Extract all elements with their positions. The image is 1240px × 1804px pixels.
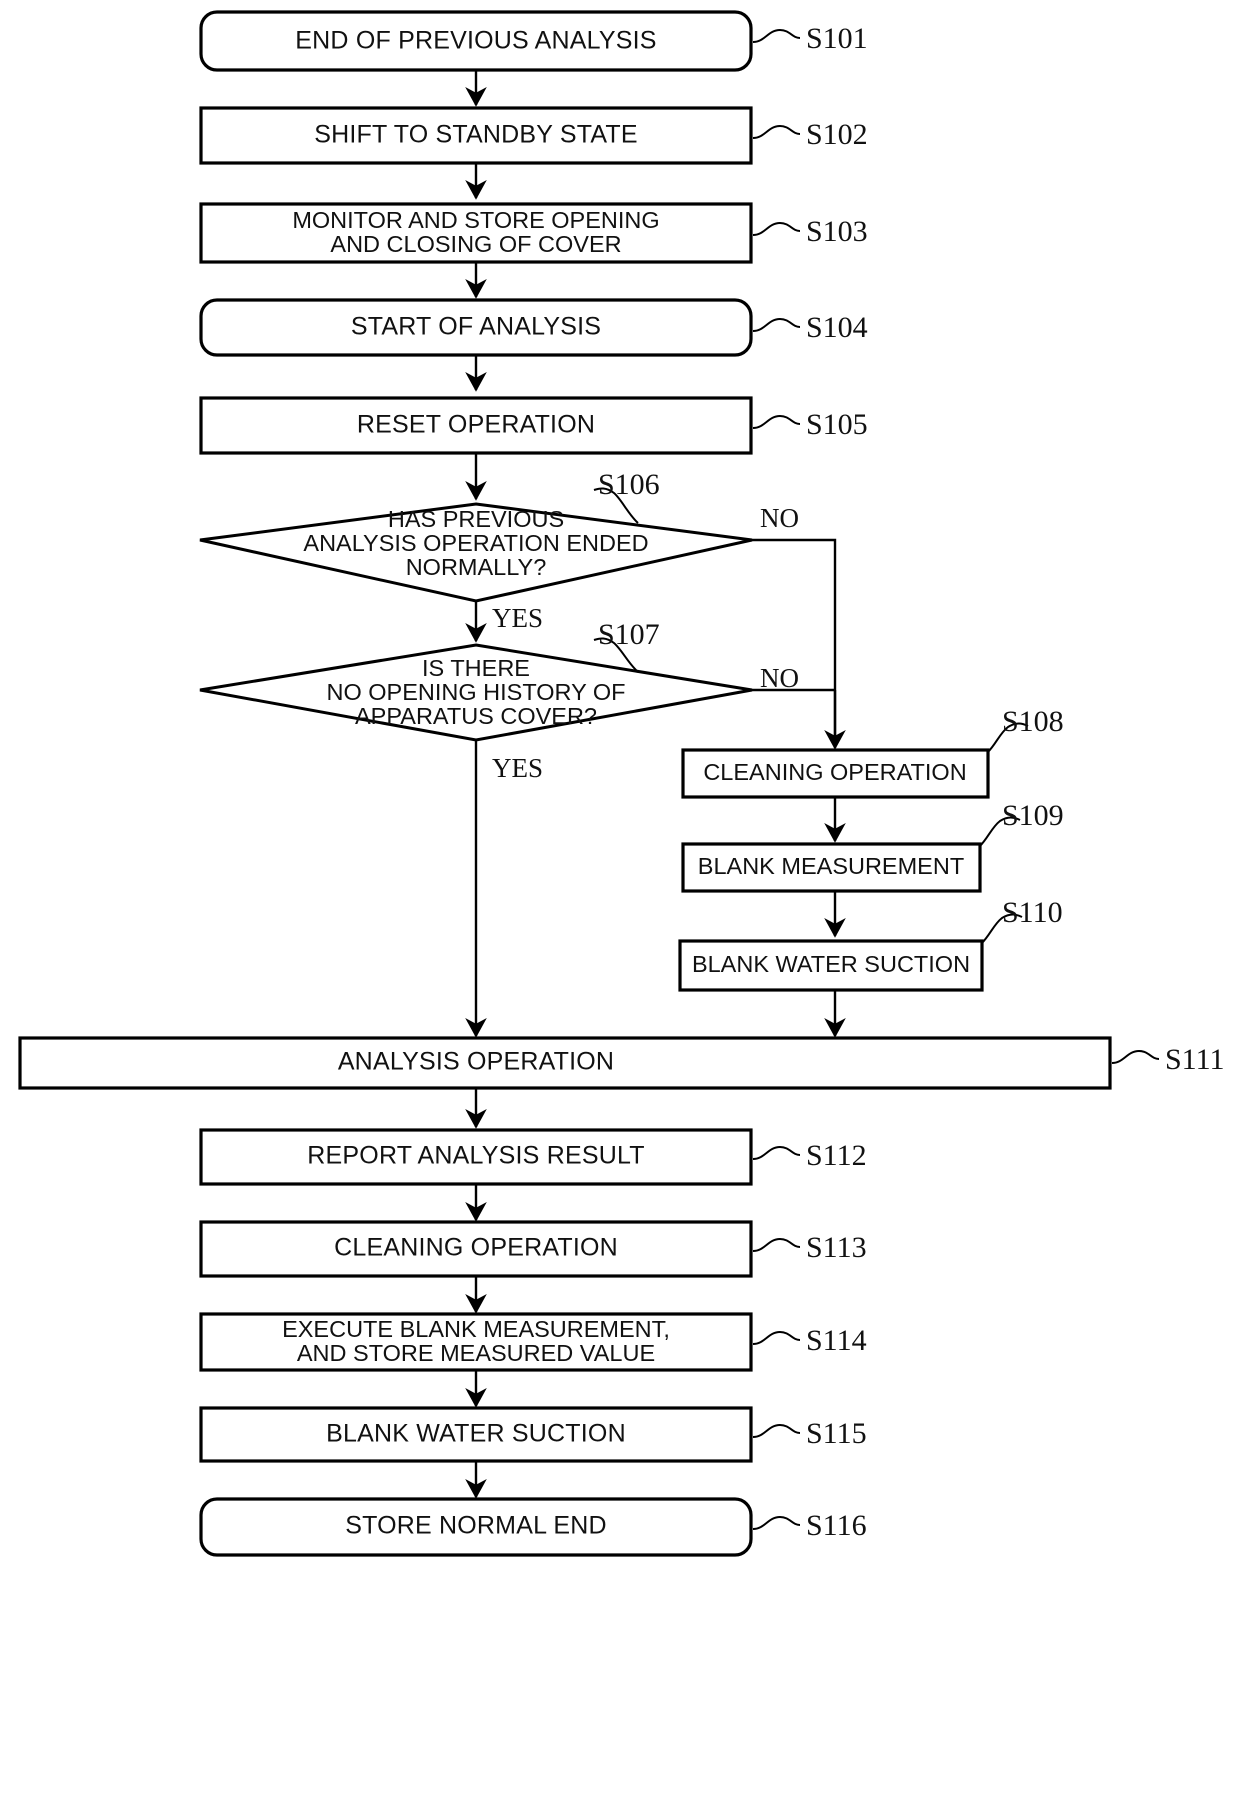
node-s107-label-line2: NO OPENING HISTORY OF (326, 679, 625, 705)
node-s111[interactable]: ANALYSIS OPERATION (18, 1036, 1112, 1090)
node-s114-label-line1: EXECUTE BLANK MEASUREMENT, (282, 1316, 670, 1342)
node-s106-label-line3: NORMALLY? (406, 554, 547, 580)
leader-s101 (752, 28, 801, 43)
step-label-s107: S107 (598, 618, 660, 651)
node-s105[interactable]: RESET OPERATION (199, 396, 753, 455)
node-s107-label-line3: APPARATUS COVER? (355, 703, 597, 729)
node-s101[interactable]: END OF PREVIOUS ANALYSIS (199, 10, 753, 72)
leader-s112 (752, 1145, 801, 1160)
node-s110-label: BLANK WATER SUCTION (692, 951, 970, 977)
step-label-s114: S114 (806, 1324, 867, 1357)
node-s101-label: END OF PREVIOUS ANALYSIS (295, 27, 656, 55)
branch-label-s106-yes: YES (492, 603, 543, 633)
leader-s102 (752, 124, 801, 139)
node-s106-label-line2: ANALYSIS OPERATION ENDED (303, 530, 648, 556)
node-s106-label-line1: HAS PREVIOUS (388, 506, 564, 532)
node-s105-label: RESET OPERATION (357, 411, 595, 439)
step-label-s102: S102 (806, 118, 868, 151)
step-label-s111: S111 (1165, 1043, 1224, 1076)
node-s114-label-line2: AND STORE MEASURED VALUE (297, 1340, 655, 1366)
node-s103-label-line1: MONITOR AND STORE OPENING (292, 207, 659, 233)
node-s104-label: START OF ANALYSIS (351, 313, 601, 341)
node-s102[interactable]: SHIFT TO STANDBY STATE (199, 106, 753, 165)
node-s113[interactable]: CLEANING OPERATION (199, 1220, 753, 1278)
step-label-s108: S108 (1002, 705, 1064, 738)
node-s103[interactable]: MONITOR AND STORE OPENING AND CLOSING OF… (199, 202, 753, 264)
branch-label-s107-no: NO (760, 663, 799, 693)
step-label-s101: S101 (806, 22, 868, 55)
node-s103-label-line2: AND CLOSING OF COVER (330, 231, 621, 257)
node-s109[interactable]: BLANK MEASUREMENT (681, 842, 982, 893)
flowchart-page: END OF PREVIOUS ANALYSIS SHIFT TO STANDB… (0, 0, 1240, 1804)
node-s112[interactable]: REPORT ANALYSIS RESULT (199, 1128, 753, 1186)
node-s110[interactable]: BLANK WATER SUCTION (678, 939, 984, 992)
node-s107-label-line1: IS THERE (422, 655, 530, 681)
leader-s114 (752, 1330, 801, 1345)
leader-s113 (752, 1237, 801, 1252)
step-label-s115: S115 (806, 1417, 867, 1450)
node-s106[interactable]: HAS PREVIOUS ANALYSIS OPERATION ENDED NO… (199, 502, 753, 603)
node-s108-label: CLEANING OPERATION (703, 759, 966, 785)
step-label-s103: S103 (806, 215, 868, 248)
node-s109-label: BLANK MEASUREMENT (698, 853, 964, 879)
leader-s116 (752, 1515, 801, 1530)
branch-label-s106-no: NO (760, 503, 799, 533)
node-s115-label: BLANK WATER SUCTION (326, 1420, 626, 1448)
step-label-s104: S104 (806, 311, 868, 344)
node-s116-label: STORE NORMAL END (345, 1512, 607, 1540)
leader-s115 (752, 1423, 801, 1438)
edge-s106-no-rail (752, 538, 837, 740)
step-label-s116: S116 (806, 1509, 867, 1542)
step-label-s105: S105 (806, 408, 868, 441)
step-label-s112: S112 (806, 1139, 867, 1172)
step-label-s109: S109 (1002, 799, 1064, 832)
branch-label-s107-yes: YES (492, 753, 543, 783)
node-s116[interactable]: STORE NORMAL END (199, 1497, 753, 1557)
leader-s104 (752, 317, 801, 332)
leader-s105 (752, 414, 801, 429)
node-s102-label: SHIFT TO STANDBY STATE (314, 121, 637, 149)
step-label-s110: S110 (1002, 896, 1063, 929)
node-s111-label: ANALYSIS OPERATION (338, 1048, 614, 1076)
flowchart-canvas: END OF PREVIOUS ANALYSIS SHIFT TO STANDB… (18, 10, 1224, 1557)
node-s114[interactable]: EXECUTE BLANK MEASUREMENT, AND STORE MEA… (199, 1312, 753, 1372)
node-s112-label: REPORT ANALYSIS RESULT (307, 1142, 644, 1170)
node-s108[interactable]: CLEANING OPERATION (681, 748, 990, 799)
step-label-s113: S113 (806, 1231, 867, 1264)
node-s107[interactable]: IS THERE NO OPENING HISTORY OF APPARATUS… (199, 643, 753, 742)
leader-s103 (752, 221, 801, 236)
node-s113-label: CLEANING OPERATION (334, 1234, 618, 1262)
node-s115[interactable]: BLANK WATER SUCTION (199, 1406, 753, 1463)
leader-s111 (1111, 1049, 1160, 1064)
node-s104[interactable]: START OF ANALYSIS (199, 298, 753, 357)
step-label-s106: S106 (598, 468, 660, 501)
